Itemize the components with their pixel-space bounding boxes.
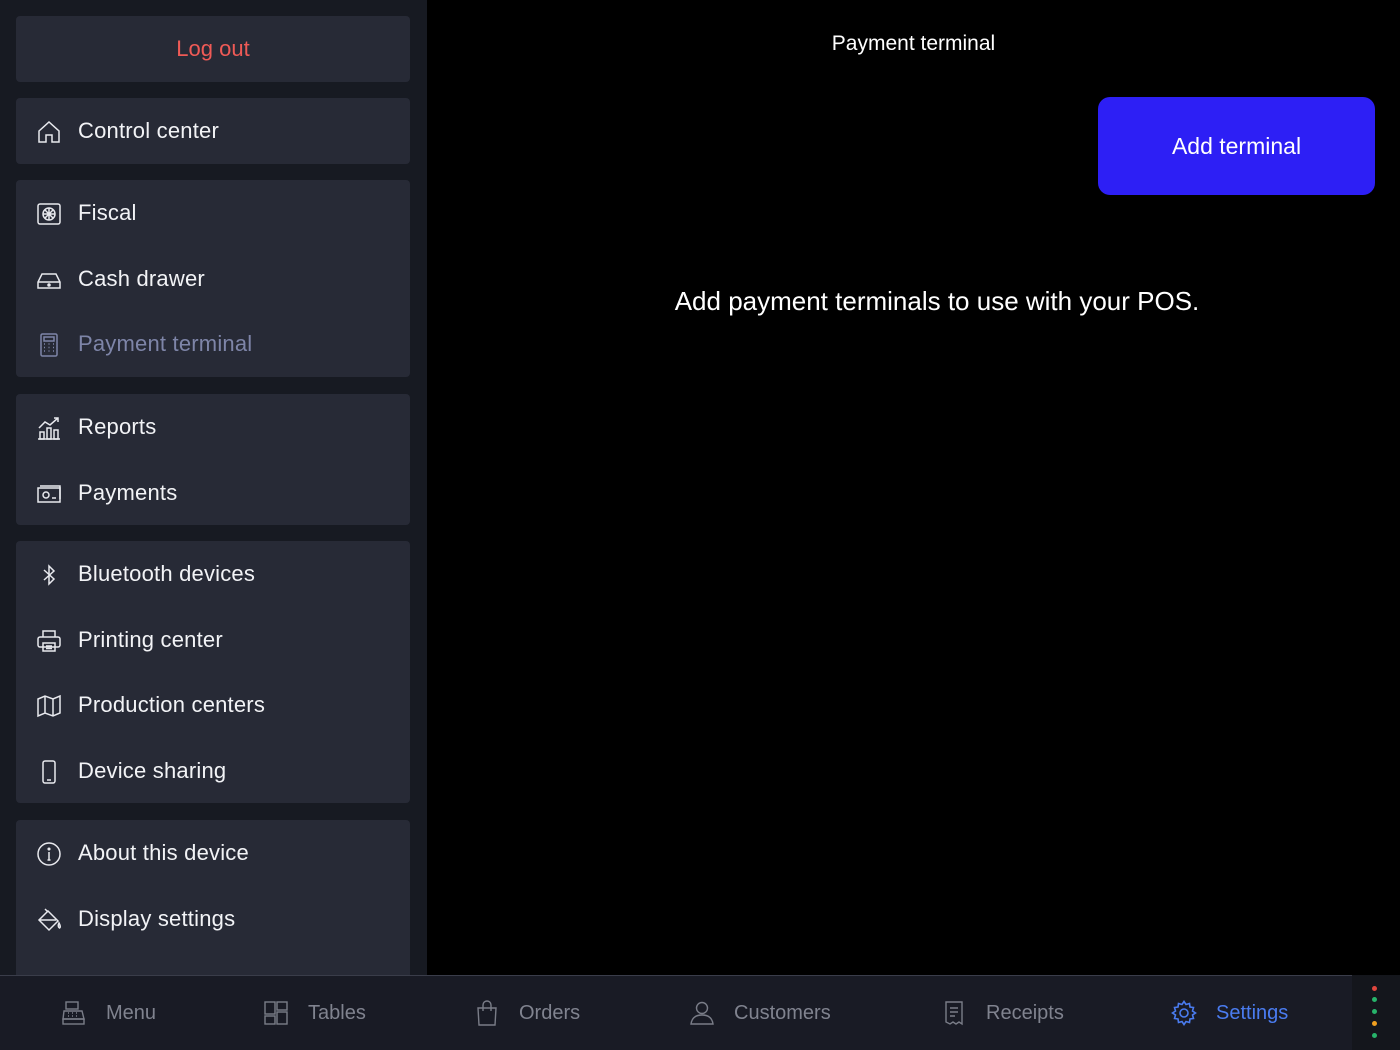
printer-icon — [36, 628, 62, 654]
cash-drawer-icon — [36, 267, 62, 293]
map-icon — [36, 693, 62, 719]
sidebar-item-cash-drawer[interactable]: Cash drawer — [16, 246, 410, 312]
sidebar-item-payment-terminal[interactable]: Payment terminal — [16, 311, 410, 377]
phone-icon — [36, 759, 62, 785]
sidebar-item-device-sharing[interactable]: Device sharing — [16, 738, 410, 804]
logout-button[interactable]: Log out — [16, 16, 410, 82]
tab-label: Receipts — [986, 1001, 1064, 1024]
status-dot — [1372, 986, 1377, 991]
sidebar-item-label: Bluetooth devices — [78, 561, 256, 586]
sidebar-item-label: Fiscal — [78, 200, 137, 225]
sidebar-item-about-this-device[interactable]: About this device — [16, 820, 410, 886]
home-icon — [36, 119, 62, 145]
sidebar-group-reports: Reports Payments — [16, 394, 410, 525]
tab-label: Customers — [734, 1001, 831, 1024]
tab-label: Settings — [1216, 1001, 1289, 1024]
paint-bucket-icon — [36, 907, 62, 933]
status-indicator — [1352, 975, 1400, 1050]
sidebar-item-reports[interactable]: Reports — [16, 394, 410, 460]
status-dot — [1372, 1021, 1377, 1026]
tab-settings[interactable]: Settings — [1170, 976, 1288, 1050]
sidebar-group-hardware: Fiscal Cash drawer Payment terminal — [16, 180, 410, 377]
chart-icon — [36, 415, 62, 441]
sidebar-item-display-settings[interactable]: Display settings — [16, 886, 410, 952]
tab-label: Tables — [308, 1001, 366, 1024]
sidebar-item-printing-center[interactable]: Printing center — [16, 607, 410, 673]
banknote-icon — [36, 481, 62, 507]
empty-state-message: Add payment terminals to use with your P… — [674, 286, 1200, 316]
status-dot — [1372, 997, 1377, 1002]
sidebar-item-label: Cash drawer — [78, 266, 205, 291]
sidebar-group-devices: Bluetooth devices Printing center Produc… — [16, 541, 410, 803]
sidebar-group-control: Control center — [16, 98, 410, 164]
sidebar-group-system: About this device Display settings — [16, 820, 410, 975]
add-terminal-button[interactable]: Add terminal — [1098, 97, 1375, 195]
tab-menu[interactable]: Menu — [60, 976, 156, 1050]
tab-label: Orders — [519, 1001, 581, 1024]
sidebar-item-label: Control center — [78, 118, 219, 143]
page-title: Payment terminal — [831, 32, 996, 55]
tables-grid-icon — [262, 999, 290, 1027]
receipt-icon — [940, 999, 968, 1027]
sidebar-item-production-centers[interactable]: Production centers — [16, 672, 410, 738]
sidebar-item-label: Printing center — [78, 627, 223, 652]
shopping-bag-icon — [473, 999, 501, 1027]
sidebar-item-label: Reports — [78, 414, 157, 439]
tab-customers[interactable]: Customers — [688, 976, 831, 1050]
bluetooth-icon — [36, 562, 62, 588]
tab-receipts[interactable]: Receipts — [940, 976, 1064, 1050]
tab-tables[interactable]: Tables — [262, 976, 366, 1050]
bottom-tab-bar: Menu Tables Orders Customers Receipts Se… — [0, 975, 1400, 1050]
sidebar-item-label: Display settings — [78, 906, 236, 931]
user-icon — [688, 999, 716, 1027]
sidebar-item-label: Device sharing — [78, 758, 227, 783]
status-dot — [1372, 1033, 1377, 1038]
sidebar-item-control-center[interactable]: Control center — [16, 98, 410, 164]
info-icon — [36, 841, 62, 867]
sidebar-item-label: Payment terminal — [78, 331, 253, 356]
calculator-icon — [36, 332, 62, 358]
cash-register-icon — [60, 999, 88, 1027]
sidebar-item-label: Payments — [78, 480, 178, 505]
sidebar-item-bluetooth-devices[interactable]: Bluetooth devices — [16, 541, 410, 607]
sidebar-item-label: About this device — [78, 840, 249, 865]
sidebar-item-fiscal[interactable]: Fiscal — [16, 180, 410, 246]
sidebar-item-label: Production centers — [78, 692, 266, 717]
gear-icon — [1170, 999, 1198, 1027]
sidebar: Log out Control center Fiscal Cash drawe… — [0, 0, 427, 975]
status-dot — [1372, 1009, 1377, 1014]
tab-label: Menu — [106, 1001, 157, 1024]
tab-orders[interactable]: Orders — [473, 976, 580, 1050]
sidebar-item-payments[interactable]: Payments — [16, 460, 410, 526]
fiscal-icon — [36, 201, 62, 227]
